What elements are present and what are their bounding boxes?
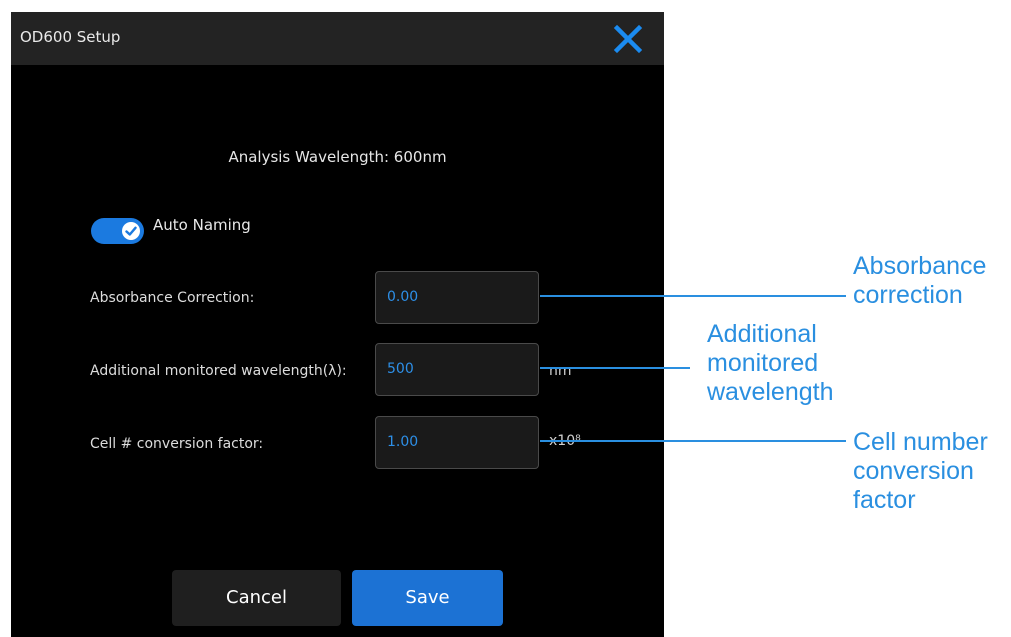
callout-line: factor [853,486,916,514]
callout-line: correction [853,281,963,309]
absorbance-correction-callout: Absorbance correction [853,252,986,310]
callout-line: conversion [853,457,974,485]
callout-line: wavelength [707,378,834,406]
callout-line: Additional [707,320,817,348]
callout-line: Cell number [853,428,988,456]
callout-leader-lines [540,295,846,442]
additional-wavelength-callout: Additional monitored wavelength [707,320,833,407]
callout-line: Absorbance [853,252,987,280]
callout-line: monitored [707,349,819,377]
cell-conversion-callout: Cell number conversion factor [853,428,988,515]
